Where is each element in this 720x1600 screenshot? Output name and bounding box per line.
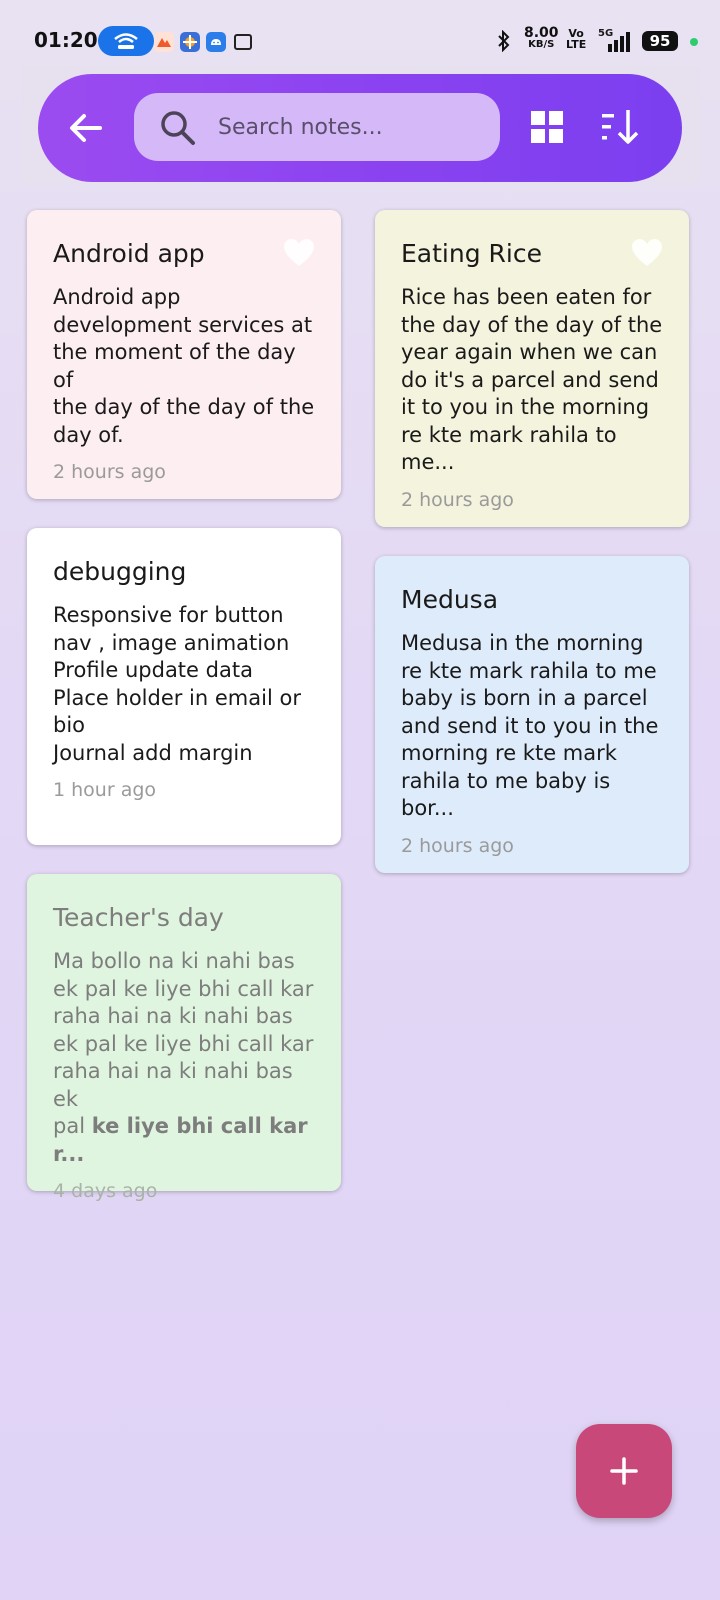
- volte-indicator: Vo LTE: [566, 28, 586, 50]
- search-bar[interactable]: [134, 93, 500, 161]
- app-notification-icon: [154, 32, 174, 52]
- note-body: Ma bollo na ki nahi bas ek pal ke liye b…: [53, 948, 315, 1168]
- grid-view-button[interactable]: [530, 110, 564, 144]
- news-notification-icon: [234, 34, 252, 50]
- note-title: Medusa: [401, 585, 499, 614]
- arrow-left-icon: [70, 114, 102, 142]
- note-body-bold-text: ke liye bhi call kar r...: [53, 1114, 308, 1166]
- toolbar: [38, 74, 682, 182]
- plus-icon: [610, 1457, 638, 1485]
- network-speed-unit: KB/S: [528, 39, 555, 50]
- note-body: Android app development services at the …: [53, 285, 315, 447]
- note-timestamp: 2 hours ago: [401, 834, 514, 857]
- network-speed: 8.00 KB/S: [524, 25, 559, 50]
- volte-bottom: LTE: [566, 38, 587, 51]
- hotspot-icon: [114, 33, 138, 49]
- note-card[interactable]: Eating Rice Rice has been eaten for the …: [375, 210, 689, 527]
- add-note-button[interactable]: [576, 1424, 672, 1518]
- note-timestamp: 2 hours ago: [53, 461, 166, 483]
- note-title: Android app: [53, 239, 205, 268]
- note-title: Teacher's day: [53, 903, 224, 932]
- sort-icon: [602, 110, 639, 144]
- network-speed-value: 8.00: [524, 25, 559, 41]
- heart-icon[interactable]: [283, 238, 315, 268]
- note-card[interactable]: Android app Android app development serv…: [27, 210, 341, 499]
- note-title: debugging: [53, 557, 187, 586]
- search-input[interactable]: [218, 111, 478, 143]
- sort-button[interactable]: [600, 106, 644, 148]
- note-body: Medusa in the morning re kte mark rahila…: [401, 631, 659, 820]
- bluetooth-icon: [498, 30, 510, 52]
- privacy-dot: [690, 38, 698, 46]
- note-body: Rice has been eaten for the day of the d…: [401, 285, 663, 474]
- battery-indicator: 95: [642, 31, 678, 51]
- app-notification-icon: [180, 32, 200, 52]
- note-body: Responsive for button nav , image animat…: [53, 603, 301, 765]
- android-notification-icon: [206, 32, 226, 52]
- note-timestamp: 2 hours ago: [401, 488, 514, 511]
- note-timestamp: 1 hour ago: [53, 779, 157, 801]
- grid-view-icon: [531, 111, 563, 143]
- status-time: 01:20: [34, 28, 98, 52]
- note-body-text: Ma bollo na ki nahi bas ek pal ke liye b…: [53, 949, 314, 1138]
- signal-icon: [608, 32, 630, 52]
- note-card[interactable]: Teacher's day Ma bollo na ki nahi bas ek…: [27, 874, 341, 1202]
- note-card[interactable]: Medusa Medusa in the morning re kte mark…: [375, 556, 689, 873]
- back-button[interactable]: [64, 106, 108, 150]
- search-icon: [161, 111, 195, 145]
- note-title: Eating Rice: [401, 239, 542, 268]
- note-card[interactable]: debugging Responsive for button nav , im…: [27, 528, 341, 845]
- hotspot-indicator: [98, 26, 154, 56]
- note-timestamp: 4 days ago: [53, 1180, 158, 1202]
- heart-icon[interactable]: [631, 238, 663, 268]
